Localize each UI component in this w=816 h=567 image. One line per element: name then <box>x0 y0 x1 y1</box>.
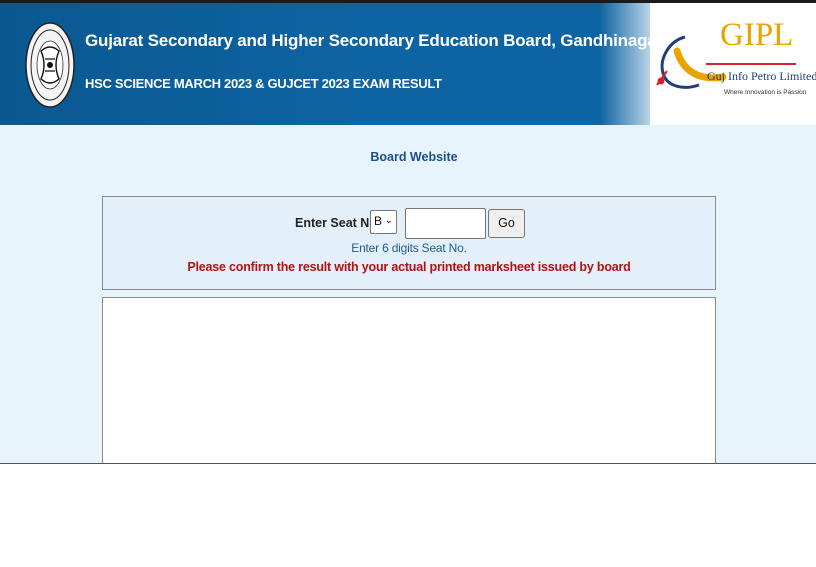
logo-company: Guj Info Petro Limited <box>707 69 816 83</box>
marksheet-warning: Please confirm the result with your actu… <box>187 260 631 274</box>
chevron-down-icon: ⌄ <box>384 215 393 226</box>
seat-hint: Enter 6 digits Seat No. <box>351 241 467 255</box>
logo-tagline: Where Innovation is Passion <box>724 89 807 96</box>
seat-form-panel: Enter Seat No : B ⌄ Go Enter 6 digits Se… <box>102 196 716 290</box>
result-panel <box>102 297 716 463</box>
page: Gujarat Secondary and Higher Secondary E… <box>0 0 816 567</box>
logo-name: GIPL <box>720 17 794 53</box>
series-select[interactable]: B ⌄ <box>370 210 397 234</box>
header-blue-band <box>0 3 640 125</box>
seat-number-input[interactable] <box>405 208 486 239</box>
exam-title: HSC SCIENCE MARCH 2023 & GUJCET 2023 EXA… <box>85 76 442 91</box>
logo-divider <box>706 63 796 65</box>
board-name: Gujarat Secondary and Higher Secondary E… <box>85 31 663 50</box>
go-button[interactable]: Go <box>488 209 525 238</box>
board-website-link[interactable]: Board Website <box>0 150 816 164</box>
series-selected-value: B <box>374 214 383 228</box>
board-seal-icon <box>25 22 75 108</box>
header-banner: Gujarat Secondary and Higher Secondary E… <box>0 0 816 125</box>
browser-viewport: Gujarat Secondary and Higher Secondary E… <box>0 0 816 464</box>
